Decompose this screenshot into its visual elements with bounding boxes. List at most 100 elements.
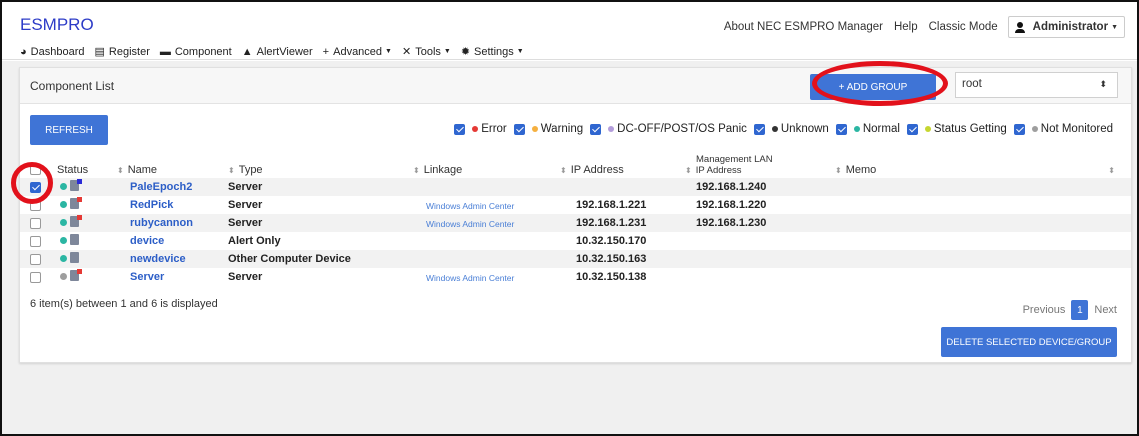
nav-component[interactable]: ▬ Component <box>160 46 232 58</box>
col-name-label: Name <box>127 164 158 176</box>
legend-filter-2[interactable]: DC-OFF/POST/OS Panic <box>590 123 747 135</box>
dashboard-icon: ◕ <box>20 45 27 58</box>
caret-down-icon: ▼ <box>1111 23 1118 31</box>
badge-icon <box>77 215 82 220</box>
items-info: 6 item(s) between 1 and 6 is displayed <box>30 298 218 310</box>
col-status[interactable]: Status <box>57 164 88 176</box>
nav-alertviewer-label: AlertViewer <box>256 45 313 58</box>
legend-filter-1[interactable]: Warning <box>513 123 583 135</box>
device-name-link[interactable]: newdevice <box>130 253 186 265</box>
col-memo[interactable]: ⬍ Memo <box>835 164 876 176</box>
linkage-link[interactable]: Windows Admin Center <box>426 273 514 283</box>
mgmt-ip-address: 192.168.1.230 <box>696 217 767 229</box>
legend-filter-5[interactable]: Status Getting <box>906 123 1007 135</box>
table-row[interactable]: newdevice Other Computer Device 10.32.150.… <box>20 250 1131 268</box>
sort-icon: ⬍ <box>685 166 692 175</box>
status-dot-icon <box>60 237 67 244</box>
nav-component-label: Component <box>174 45 232 58</box>
device-name-link[interactable]: Server <box>130 271 164 283</box>
about-link[interactable]: About NEC ESMPRO Manager <box>724 21 883 33</box>
previous-page[interactable]: Previous <box>1023 304 1066 316</box>
status-dot-icon <box>771 126 778 132</box>
legend-checkbox[interactable] <box>454 123 466 135</box>
device-name-link[interactable]: device <box>130 235 164 247</box>
select-arrows-icon: ⬍ <box>1099 79 1107 89</box>
status-dot-icon <box>60 273 67 280</box>
legend-filter-6[interactable]: Not Monitored <box>1013 123 1113 135</box>
nav-advanced[interactable]: + Advanced ▼ <box>323 46 392 58</box>
help-link[interactable]: Help <box>894 21 918 33</box>
caret-down-icon: ▼ <box>443 48 451 55</box>
row-checkbox[interactable] <box>30 272 41 283</box>
device-name-link[interactable]: RedPick <box>130 199 173 211</box>
refresh-button[interactable]: REFRESH <box>30 115 108 145</box>
device-name-link[interactable]: PaleEpoch2 <box>130 181 192 193</box>
ip-address: 192.168.1.221 <box>576 199 647 211</box>
user-menu-button[interactable]: Administrator ▼ <box>1007 16 1125 38</box>
col-ip-label: IP Address <box>570 164 624 176</box>
caret-down-icon: ▼ <box>385 48 392 55</box>
top-links: About NEC ESMPRO Manager Help Classic Mo… <box>713 16 1125 38</box>
legend-checkbox[interactable] <box>1013 123 1025 135</box>
server-icon <box>70 215 82 227</box>
delete-selected-button[interactable]: DELETE SELECTED DEVICE/GROUP <box>941 327 1117 357</box>
nav-tools-label: Tools <box>415 45 441 58</box>
legend-filter-3[interactable]: Unknown <box>753 123 829 135</box>
ip-address: 10.32.150.163 <box>576 253 647 265</box>
col-ip[interactable]: ⬍ IP Address <box>560 164 624 176</box>
row-checkbox[interactable] <box>30 236 41 247</box>
mgmt-ip-address: 192.168.1.220 <box>696 199 767 211</box>
ip-address: 192.168.1.231 <box>576 217 647 229</box>
mgmt-ip-address: 192.168.1.240 <box>696 181 767 193</box>
group-select-value: root <box>962 78 982 90</box>
table-row[interactable]: RedPick Server Windows Admin Center 192.168… <box>20 196 1131 214</box>
legend-checkbox[interactable] <box>590 123 602 135</box>
nav-register[interactable]: ▤ Register <box>94 45 149 59</box>
row-checkbox[interactable] <box>30 254 41 265</box>
nav-dashboard[interactable]: ◕ Dashboard <box>20 46 84 58</box>
device-name-link[interactable]: rubycannon <box>130 217 193 229</box>
legend-checkbox[interactable] <box>753 123 765 135</box>
row-checkbox[interactable] <box>30 218 41 229</box>
linkage-link[interactable]: Windows Admin Center <box>426 201 514 211</box>
legend-filter-4[interactable]: Normal <box>835 123 900 135</box>
legend-checkbox[interactable] <box>906 123 918 135</box>
ip-address: 10.32.150.170 <box>576 235 647 247</box>
col-linkage[interactable]: ⬍ Linkage <box>413 164 462 176</box>
pagination: Previous 1 Next <box>1023 300 1117 320</box>
tools-icon: ✕ <box>401 46 412 58</box>
row-checkbox[interactable] <box>30 200 41 211</box>
add-group-button[interactable]: + ADD GROUP <box>810 74 936 100</box>
row-checkbox[interactable] <box>30 182 41 193</box>
table-row[interactable]: Server Server Windows Admin Center 10.32.15… <box>20 268 1131 286</box>
col-extra-sort[interactable]: ⬍ <box>1108 164 1119 176</box>
col-mgmt-line2: IP Address <box>695 165 742 176</box>
col-type[interactable]: ⬍ Type <box>228 164 263 176</box>
badge-icon <box>77 269 82 274</box>
server-icon <box>70 197 82 209</box>
brand-logo[interactable]: ESMPRO <box>20 15 94 35</box>
col-name[interactable]: ⬍ Name <box>117 164 157 176</box>
table-row[interactable]: device Alert Only 10.32.150.170 <box>20 232 1131 250</box>
group-select[interactable]: root ⬍ <box>955 72 1118 98</box>
legend-checkbox[interactable] <box>835 123 847 135</box>
status-legend: Error Warning DC-OFF/POST/OS Panic Unknown N… <box>447 123 1113 135</box>
page-1[interactable]: 1 <box>1071 300 1089 320</box>
table-row[interactable]: rubycannon Server Windows Admin Center 192.… <box>20 214 1131 232</box>
nav-tools[interactable]: ✕ Tools ▼ <box>401 45 451 59</box>
table-row[interactable]: PaleEpoch2 Server 192.168.1.240 <box>20 178 1131 196</box>
col-mgmt-ip[interactable]: Management LAN ⬍ IP Address <box>685 154 773 176</box>
legend-checkbox[interactable] <box>513 123 525 135</box>
ip-address: 10.32.150.138 <box>576 271 647 283</box>
select-all-checkbox[interactable] <box>30 164 41 175</box>
server-icon <box>70 269 82 281</box>
classic-mode-link[interactable]: Classic Mode <box>929 21 998 33</box>
legend-filter-0[interactable]: Error <box>454 123 507 135</box>
top-bar: ESMPRO About NEC ESMPRO Manager Help Cla… <box>2 2 1137 60</box>
status-dot-icon <box>853 126 860 132</box>
nav-settings[interactable]: ✹ Settings ▼ <box>461 45 524 59</box>
linkage-link[interactable]: Windows Admin Center <box>426 219 514 229</box>
nav-settings-label: Settings <box>474 45 514 58</box>
nav-alertviewer[interactable]: ▲ AlertViewer <box>242 46 313 58</box>
next-page[interactable]: Next <box>1094 304 1117 316</box>
